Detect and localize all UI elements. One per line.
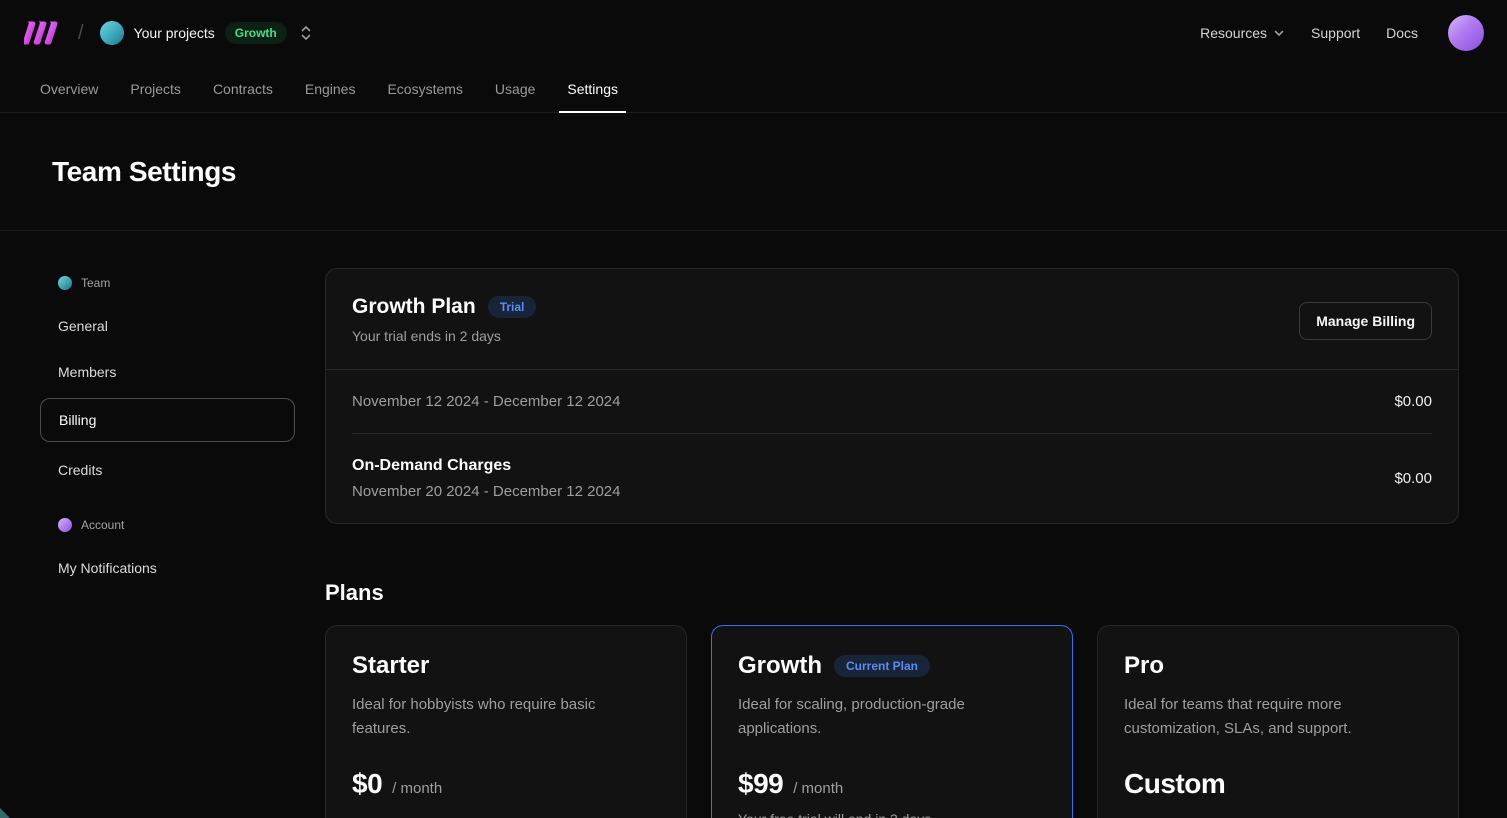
nav-support[interactable]: Support bbox=[1311, 25, 1360, 41]
settings-sidebar: Team General Members Billing Credits Acc… bbox=[40, 268, 295, 818]
thirdweb-logo-icon[interactable] bbox=[24, 20, 64, 47]
team-name[interactable]: Your projects bbox=[134, 25, 215, 41]
trial-ends-note: Your trial ends in 2 days bbox=[352, 328, 536, 344]
team-avatar-icon bbox=[58, 276, 72, 290]
page-title: Team Settings bbox=[52, 156, 236, 188]
plan-price-growth: $99 bbox=[738, 768, 783, 800]
plan-desc-starter: Ideal for hobbyists who require basic fe… bbox=[352, 693, 652, 741]
plan-card-starter[interactable]: Starter Ideal for hobbyists who require … bbox=[325, 625, 687, 818]
plan-card-pro[interactable]: Pro Ideal for teams that require more cu… bbox=[1097, 625, 1459, 818]
current-plan-badge: Current Plan bbox=[834, 655, 930, 677]
billing-summary-card: Growth Plan Trial Your trial ends in 2 d… bbox=[325, 268, 1459, 524]
user-avatar[interactable] bbox=[1448, 15, 1484, 51]
sidebar-item-credits[interactable]: Credits bbox=[40, 450, 295, 490]
plan-desc-growth: Ideal for scaling, production-grade appl… bbox=[738, 693, 1038, 741]
title-band: Team Settings bbox=[0, 113, 1507, 231]
current-plan-name: Growth Plan bbox=[352, 295, 476, 319]
billing-period-row: November 12 2024 - December 12 2024 $0.0… bbox=[326, 370, 1458, 433]
tab-engines[interactable]: Engines bbox=[289, 66, 372, 112]
tab-projects[interactable]: Projects bbox=[114, 66, 197, 112]
top-header: / Your projects Growth Resources Support… bbox=[0, 0, 1507, 66]
plan-name-pro: Pro bbox=[1124, 652, 1164, 680]
plan-card-growth[interactable]: Growth Current Plan Ideal for scaling, p… bbox=[711, 625, 1073, 818]
plan-trial-note-growth: Your free trial will end in 3 days. bbox=[738, 811, 1046, 818]
billing-period: November 12 2024 - December 12 2024 bbox=[352, 393, 621, 410]
team-switcher-chevrons-icon[interactable] bbox=[299, 24, 313, 42]
sidebar-item-general[interactable]: General bbox=[40, 306, 295, 346]
breadcrumb-separator: / bbox=[78, 22, 84, 45]
nav-resources-label: Resources bbox=[1200, 25, 1267, 41]
tab-contracts[interactable]: Contracts bbox=[197, 66, 289, 112]
team-avatar[interactable] bbox=[100, 21, 124, 45]
plan-desc-pro: Ideal for teams that require more custom… bbox=[1124, 693, 1424, 741]
plan-period-starter: / month bbox=[392, 780, 442, 797]
plan-grid: Starter Ideal for hobbyists who require … bbox=[325, 625, 1459, 818]
on-demand-amount: $0.00 bbox=[1394, 470, 1432, 487]
plans-section-title: Plans bbox=[325, 580, 1459, 606]
account-avatar-icon bbox=[58, 518, 72, 532]
team-plan-badge: Growth bbox=[225, 22, 287, 44]
plan-price-pro: Custom bbox=[1124, 768, 1225, 800]
billing-card-header: Growth Plan Trial Your trial ends in 2 d… bbox=[326, 269, 1458, 369]
on-demand-charges-title: On-Demand Charges bbox=[352, 457, 621, 475]
on-demand-period: November 20 2024 - December 12 2024 bbox=[352, 483, 621, 500]
top-nav: Resources Support Docs bbox=[1200, 15, 1484, 51]
sidebar-account-group-label: Account bbox=[81, 518, 124, 532]
sidebar-account-group: Account bbox=[40, 510, 295, 540]
tab-ecosystems[interactable]: Ecosystems bbox=[371, 66, 478, 112]
plan-price-starter: $0 bbox=[352, 768, 382, 800]
trial-badge: Trial bbox=[488, 296, 537, 318]
nav-resources[interactable]: Resources bbox=[1200, 25, 1285, 41]
sidebar-team-group-label: Team bbox=[81, 276, 110, 290]
tab-overview[interactable]: Overview bbox=[24, 66, 114, 112]
nav-docs[interactable]: Docs bbox=[1386, 25, 1418, 41]
plan-name-growth: Growth bbox=[738, 652, 822, 680]
billing-amount: $0.00 bbox=[1394, 393, 1432, 410]
sidebar-item-my-notifications[interactable]: My Notifications bbox=[40, 548, 295, 588]
on-demand-charges-row: On-Demand Charges November 20 2024 - Dec… bbox=[326, 434, 1458, 523]
sidebar-team-group: Team bbox=[40, 268, 295, 298]
chevron-down-icon bbox=[1273, 27, 1285, 39]
main-tabbar: Overview Projects Contracts Engines Ecos… bbox=[0, 66, 1507, 113]
billing-main: Growth Plan Trial Your trial ends in 2 d… bbox=[325, 268, 1459, 818]
tab-settings[interactable]: Settings bbox=[551, 66, 634, 112]
corner-artifact bbox=[0, 808, 10, 818]
plan-name-starter: Starter bbox=[352, 652, 429, 680]
tab-usage[interactable]: Usage bbox=[479, 66, 551, 112]
plan-period-growth: / month bbox=[793, 780, 843, 797]
content-area: Team General Members Billing Credits Acc… bbox=[0, 231, 1507, 818]
sidebar-spacer bbox=[40, 496, 295, 510]
sidebar-item-billing[interactable]: Billing bbox=[40, 398, 295, 442]
manage-billing-button[interactable]: Manage Billing bbox=[1299, 302, 1432, 340]
sidebar-item-members[interactable]: Members bbox=[40, 352, 295, 392]
